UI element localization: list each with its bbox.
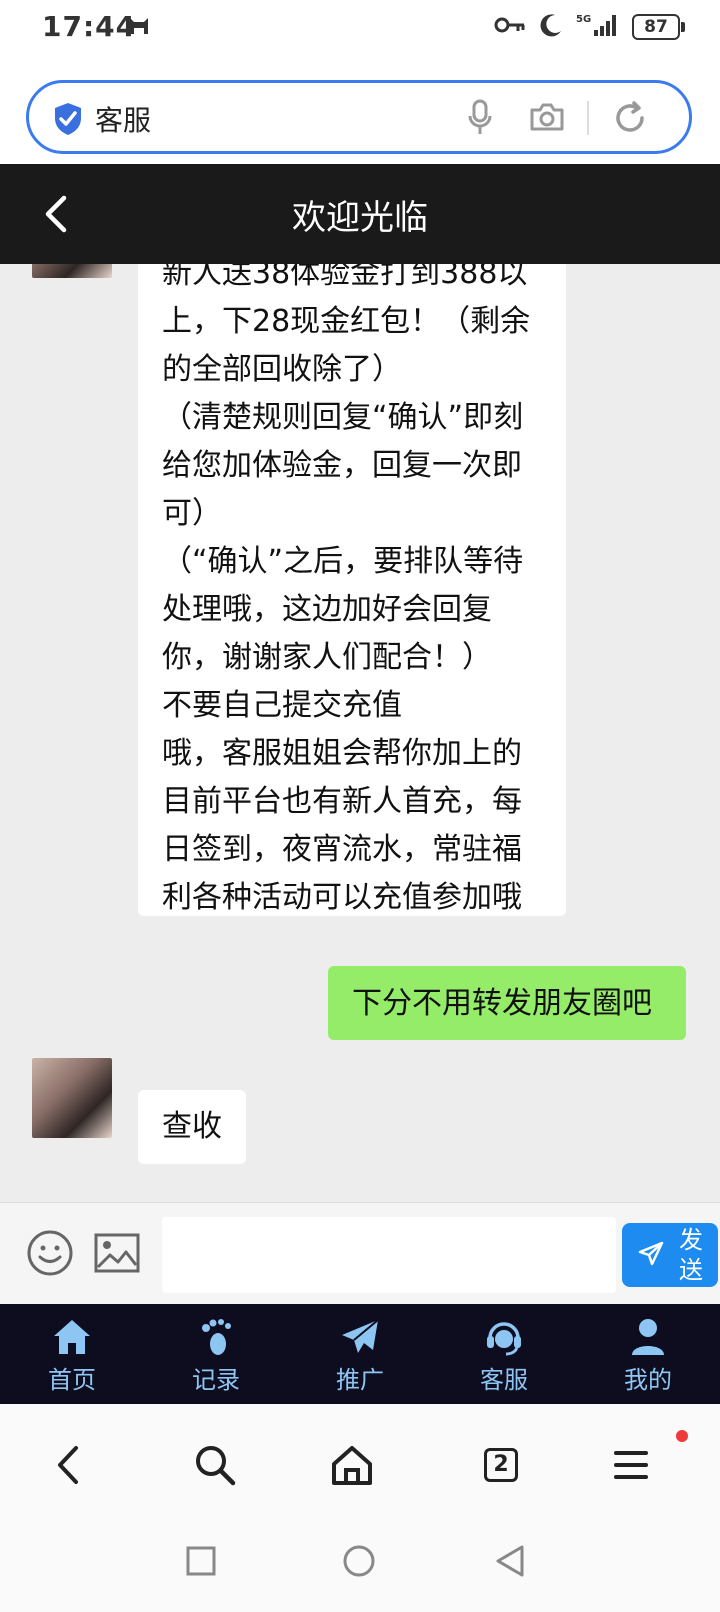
- battery-indicator: 87: [632, 14, 685, 40]
- browser-toolbar: 2: [0, 1404, 720, 1530]
- system-nav: [0, 1530, 720, 1612]
- nav-item-support[interactable]: 客服: [432, 1304, 576, 1404]
- back-triangle-icon[interactable]: [494, 1544, 526, 1582]
- moon-icon: [538, 12, 564, 42]
- recent-apps-icon[interactable]: [186, 1546, 216, 1580]
- chat-messages[interactable]: 新人送38体验金打到388以 上，下28现金红包！（剩余 的全部回收除了） （清…: [0, 264, 720, 1202]
- message-bubble-self[interactable]: 下分不用转发朋友圈吧: [328, 966, 686, 1040]
- emoji-icon[interactable]: [26, 1229, 74, 1281]
- bottom-nav: 首页 记录 推广 客服 我的: [0, 1304, 720, 1404]
- signal-icon: 5G: [576, 12, 620, 42]
- key-icon: [494, 15, 526, 39]
- address-bar[interactable]: 客服: [26, 80, 692, 154]
- shield-check-icon: [53, 102, 83, 140]
- chat-title: 欢迎光临: [292, 198, 428, 238]
- browser-search-icon[interactable]: [194, 1444, 236, 1490]
- address-text[interactable]: 客服: [95, 99, 151, 139]
- tab-count[interactable]: 2: [484, 1448, 518, 1482]
- nav-item-profile[interactable]: 我的: [576, 1304, 720, 1404]
- browser-address-area: 客服: [0, 60, 720, 164]
- send-button[interactable]: 发送: [622, 1223, 718, 1287]
- nav-label: 客服: [480, 1366, 528, 1394]
- paper-plane-icon: [340, 1318, 380, 1360]
- message-bubble[interactable]: 新人送38体验金打到388以 上，下28现金红包！（剩余 的全部回收除了） （清…: [138, 264, 566, 916]
- user-icon: [630, 1318, 666, 1360]
- nav-item-home[interactable]: 首页: [0, 1304, 144, 1404]
- network-label: 5G: [576, 14, 591, 25]
- menu-icon[interactable]: [614, 1450, 648, 1484]
- nav-item-promote[interactable]: 推广: [288, 1304, 432, 1404]
- browser-home-icon[interactable]: [330, 1444, 374, 1490]
- image-icon[interactable]: [94, 1233, 140, 1277]
- send-label: 发送: [679, 1226, 703, 1284]
- notification-dot: [676, 1430, 688, 1442]
- address-divider: [587, 101, 589, 135]
- nav-label: 首页: [48, 1366, 96, 1394]
- chat-header: 欢迎光临: [0, 164, 720, 264]
- nav-label: 记录: [192, 1366, 240, 1394]
- status-time: 17:44: [42, 10, 137, 43]
- message-bubble[interactable]: 查收: [138, 1090, 246, 1164]
- headset-icon: [484, 1318, 524, 1360]
- home-icon: [52, 1318, 92, 1360]
- status-bar: 17:44 5G 87: [0, 0, 720, 60]
- nav-label: 我的: [624, 1366, 672, 1394]
- browser-back-icon[interactable]: [56, 1444, 80, 1490]
- home-circle-icon[interactable]: [342, 1544, 376, 1582]
- avatar[interactable]: [32, 264, 112, 278]
- reload-icon[interactable]: [613, 101, 647, 139]
- microphone-icon[interactable]: [467, 99, 493, 141]
- message-input[interactable]: [162, 1217, 616, 1293]
- chat-input-bar: 发送: [0, 1202, 720, 1305]
- send-plane-icon: [638, 1241, 664, 1273]
- nav-item-records[interactable]: 记录: [144, 1304, 288, 1404]
- footprint-icon: [198, 1318, 234, 1360]
- nav-label: 推广: [336, 1366, 384, 1394]
- cat-icon: [128, 14, 150, 42]
- camera-icon[interactable]: [529, 101, 565, 137]
- avatar[interactable]: [32, 1058, 112, 1138]
